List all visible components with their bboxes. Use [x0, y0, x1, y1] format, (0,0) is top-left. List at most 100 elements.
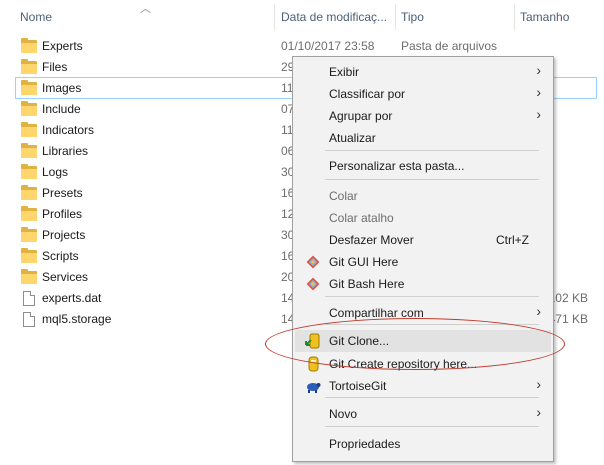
menu-separator	[325, 397, 539, 398]
file-icon	[23, 311, 35, 327]
menu-item-desfazer-mover[interactable]: Desfazer Mover Ctrl+Z	[295, 229, 551, 251]
menu-item-novo[interactable]: Novo ›	[295, 403, 551, 425]
menu-item-label: Classificar por	[329, 87, 406, 101]
file-name: Include	[42, 102, 81, 116]
chevron-right-icon: ›	[536, 376, 541, 392]
file-row[interactable]: Experts 01/10/2017 23:58 Pasta de arquivos	[16, 36, 596, 56]
folder-icon	[21, 268, 37, 284]
file-name-cell: Logs	[21, 163, 69, 180]
tortoisegit-icon	[305, 378, 321, 394]
file-name: Projects	[42, 228, 86, 242]
file-size: 471 KB	[548, 312, 588, 326]
menu-item-git-create-repository-here[interactable]: Git Create repository here...	[295, 353, 551, 375]
menu-item-label: Personalizar esta pasta...	[329, 159, 465, 173]
file-name-cell: Presets	[21, 184, 83, 201]
menu-item-propriedades[interactable]: Propriedades	[295, 433, 551, 455]
file-name: Images	[42, 81, 82, 95]
menu-separator	[325, 296, 539, 297]
menu-item-personalizar-esta-pasta[interactable]: Personalizar esta pasta...	[295, 155, 551, 177]
file-name: mql5.storage	[42, 312, 112, 326]
file-name-cell: Libraries	[21, 142, 89, 159]
menu-item-label: Exibir	[329, 65, 360, 79]
column-type[interactable]: Tipo	[401, 10, 501, 26]
menu-item-git-gui-here[interactable]: Git GUI Here	[295, 251, 551, 273]
file-name: Scripts	[42, 249, 79, 263]
file-name-cell: Files	[21, 58, 68, 75]
menu-item-label: Colar atalho	[329, 211, 394, 225]
folder-icon	[21, 205, 37, 221]
chevron-right-icon: ›	[536, 62, 541, 78]
chevron-right-icon: ›	[536, 404, 541, 420]
menu-item-label: Novo	[329, 407, 358, 421]
file-name-cell: Indicators	[21, 121, 95, 138]
menu-item-label: Git GUI Here	[329, 255, 399, 269]
file-name-cell: Scripts	[21, 247, 79, 264]
column-name[interactable]: Nome	[20, 10, 270, 26]
folder-icon	[21, 37, 37, 53]
menu-item-label: Git Create repository here...	[329, 357, 478, 371]
menu-item-git-clone[interactable]: Git Clone...	[295, 330, 551, 352]
folder-icon	[21, 163, 37, 179]
file-name-cell: Images	[21, 79, 82, 96]
file-type: Pasta de arquivos	[401, 39, 498, 53]
chevron-right-icon: ›	[536, 106, 541, 122]
column-header: ︿ Nome Data de modificaç... Tipo Tamanho	[0, 0, 604, 34]
column-divider[interactable]	[514, 4, 515, 30]
menu-item-exibir[interactable]: Exibir ›	[295, 61, 551, 83]
git-diamond-icon	[305, 254, 321, 270]
file-name-cell: experts.dat	[21, 290, 101, 306]
menu-item-label: Agrupar por	[329, 109, 393, 123]
column-date-modified[interactable]: Data de modificaç...	[281, 10, 391, 26]
menu-item-agrupar-por[interactable]: Agrupar por ›	[295, 105, 551, 127]
folder-icon	[21, 142, 37, 158]
folder-icon	[21, 184, 37, 200]
folder-icon	[21, 58, 37, 74]
column-divider[interactable]	[395, 4, 396, 30]
menu-item-colar-atalho: Colar atalho	[295, 207, 551, 229]
file-date: 01/10/2017 23:58	[281, 39, 375, 53]
menu-item-label: Atualizar	[329, 131, 376, 145]
menu-separator	[325, 179, 539, 180]
file-name: Files	[42, 60, 68, 74]
file-name-cell: Services	[21, 268, 89, 285]
git-clone-icon	[305, 333, 321, 349]
menu-item-compartilhar-com[interactable]: Compartilhar com ›	[295, 302, 551, 324]
folder-icon	[21, 121, 37, 137]
menu-item-git-bash-here[interactable]: Git Bash Here	[295, 273, 551, 295]
menu-item-label: Compartilhar com	[329, 306, 424, 320]
file-name-cell: mql5.storage	[21, 311, 111, 327]
file-name: Services	[42, 270, 89, 284]
context-menu: Exibir › Classificar por › Agrupar por › Atual…	[292, 56, 554, 462]
file-size: 102 KB	[548, 291, 588, 305]
menu-item-label: Git Bash Here	[329, 277, 405, 291]
menu-item-tortoisegit[interactable]: TortoiseGit ›	[295, 375, 551, 397]
folder-icon	[21, 100, 37, 116]
menu-item-label: Colar	[329, 189, 358, 203]
menu-separator	[325, 150, 539, 151]
file-name-cell: Include	[21, 100, 81, 117]
file-name-cell: Experts	[21, 37, 83, 54]
file-name: Presets	[42, 186, 83, 200]
menu-item-colar: Colar	[295, 185, 551, 207]
menu-separator	[325, 426, 539, 427]
menu-item-classificar-por[interactable]: Classificar por ›	[295, 83, 551, 105]
file-name-cell: Projects	[21, 226, 86, 243]
file-name: Logs	[42, 165, 69, 179]
folder-icon	[21, 79, 37, 95]
menu-item-label: Propriedades	[329, 437, 401, 451]
file-name: Experts	[42, 39, 83, 53]
git-diamond-icon	[305, 276, 321, 292]
menu-item-label: Git Clone...	[329, 334, 390, 348]
file-name: Profiles	[42, 207, 83, 221]
file-name: Libraries	[42, 144, 89, 158]
git-repo-icon	[305, 356, 321, 372]
column-size[interactable]: Tamanho	[520, 10, 600, 26]
menu-item-label: Desfazer Mover	[329, 233, 414, 247]
column-divider[interactable]	[274, 4, 275, 30]
menu-item-label: TortoiseGit	[329, 379, 387, 393]
chevron-right-icon: ›	[536, 303, 541, 319]
file-name: Indicators	[42, 123, 95, 137]
file-icon	[23, 290, 35, 306]
menu-item-atualizar[interactable]: Atualizar	[295, 127, 551, 149]
chevron-right-icon: ›	[536, 84, 541, 100]
